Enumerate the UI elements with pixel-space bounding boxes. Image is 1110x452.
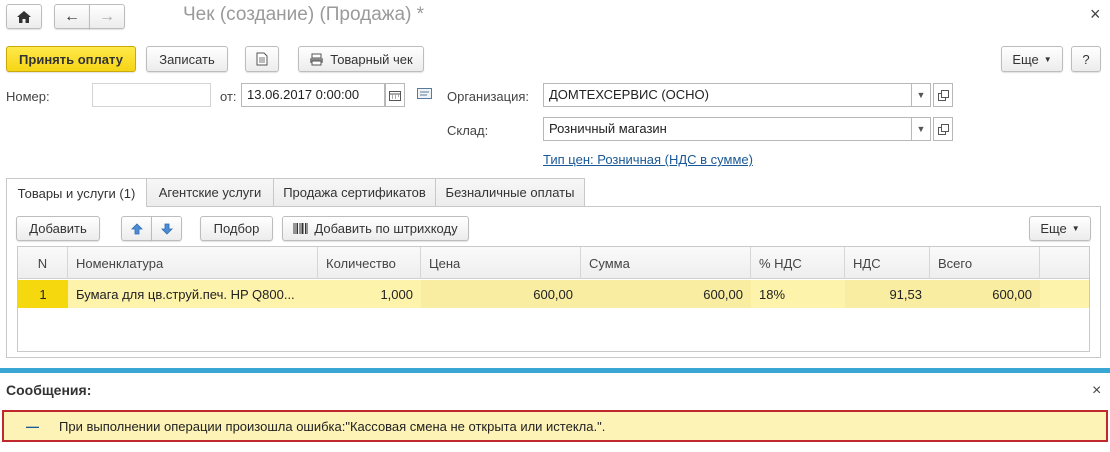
print-form-button[interactable] (245, 46, 279, 72)
number-field[interactable] (92, 83, 211, 107)
table-header: N Номенклатура Количество Цена Сумма % Н… (18, 247, 1089, 279)
save-button[interactable]: Записать (146, 46, 228, 72)
window-title: Чек (создание) (Продажа) * (183, 4, 425, 25)
error-message-text: При выполнении операции произошла ошибка… (59, 418, 606, 434)
organization-field[interactable]: ДОМТЕХСЕРВИС (ОСНО) (543, 83, 912, 107)
goods-table[interactable]: N Номенклатура Количество Цена Сумма % Н… (17, 246, 1090, 352)
help-button[interactable]: ? (1071, 46, 1101, 72)
cell-price: 600,00 (421, 280, 581, 308)
close-window-button[interactable]: × (1090, 4, 1101, 25)
receipt-button-label: Товарный чек (330, 51, 413, 67)
messages-close-button[interactable]: × (1092, 382, 1101, 400)
barcode-icon (293, 223, 308, 234)
calendar-icon (389, 90, 401, 101)
receipt-button[interactable]: Товарный чек (298, 46, 424, 72)
table-row[interactable]: 1 Бумага для цв.струй.печ. HP Q800... 1,… (18, 280, 1089, 308)
back-arrow-icon: ← (64, 7, 80, 25)
dropdown-arrow-icon: ▼ (1071, 224, 1080, 233)
open-window-icon (937, 123, 949, 135)
more-button[interactable]: Еще ▼ (1001, 46, 1063, 72)
calendar-button[interactable] (385, 83, 405, 107)
document-icon (256, 52, 268, 66)
cell-vat-rate: 18% (759, 286, 786, 302)
organization-label: Организация: (447, 89, 530, 104)
forward-arrow-icon: → (99, 7, 115, 25)
warehouse-dropdown-button[interactable]: ▼ (911, 117, 931, 141)
chevron-down-icon: ▼ (916, 124, 926, 134)
column-header-item[interactable]: Номенклатура (68, 247, 318, 279)
dropdown-arrow-icon: ▼ (1043, 54, 1052, 64)
cell-sum: 600,00 (581, 280, 751, 308)
number-label: Номер: (6, 89, 50, 104)
column-header-sum[interactable]: Сумма (581, 247, 751, 279)
add-by-barcode-label: Добавить по штрихкоду (314, 221, 458, 236)
select-button[interactable]: Подбор (200, 216, 273, 241)
cell-total: 600,00 (930, 280, 1040, 308)
messages-divider (0, 368, 1110, 373)
tab-agent-services[interactable]: Агентские услуги (146, 178, 274, 206)
cell-vat: 91,53 (845, 280, 930, 308)
tab-cashless-payments[interactable]: Безналичные оплаты (435, 178, 585, 206)
date-field[interactable]: 13.06.2017 0:00:00 (241, 83, 385, 107)
tab-certificate-sales[interactable]: Продажа сертификатов (273, 178, 436, 206)
arrow-down-icon (160, 223, 173, 235)
organization-open-button[interactable] (933, 83, 953, 107)
home-button[interactable] (6, 4, 42, 29)
warehouse-open-button[interactable] (933, 117, 953, 141)
add-row-button[interactable]: Добавить (16, 216, 100, 241)
accept-payment-button[interactable]: Принять оплату (6, 46, 136, 72)
cell-item: Бумага для цв.струй.печ. HP Q800... (76, 286, 295, 302)
column-header-price[interactable]: Цена (421, 247, 581, 279)
column-header-vat-rate[interactable]: % НДС (751, 247, 845, 279)
date-label: от: (220, 89, 237, 104)
back-button[interactable]: ← (54, 4, 90, 29)
move-down-button[interactable] (151, 216, 182, 241)
forward-button[interactable]: → (89, 4, 125, 29)
column-header-quantity[interactable]: Количество (318, 247, 421, 279)
comment-icon[interactable] (417, 88, 432, 104)
open-window-icon (937, 89, 949, 101)
add-by-barcode-button[interactable]: Добавить по штрихкоду (282, 216, 469, 241)
column-header-total[interactable]: Всего (930, 247, 1040, 279)
tab-goods-and-services[interactable]: Товары и услуги (1) (6, 178, 147, 207)
column-header-vat[interactable]: НДС (845, 247, 930, 279)
table-more-label: Еще (1040, 221, 1067, 236)
table-more-button[interactable]: Еще ▼ (1029, 216, 1091, 241)
messages-title: Сообщения: (6, 382, 92, 398)
warehouse-label: Склад: (447, 123, 489, 138)
chevron-down-icon: ▼ (916, 90, 926, 100)
cell-quantity: 1,000 (380, 286, 413, 302)
column-header-n[interactable]: N (18, 247, 68, 279)
home-icon (17, 10, 31, 23)
price-type-link[interactable]: Тип цен: Розничная (НДС в сумме) (543, 152, 753, 167)
printer-icon (310, 53, 324, 65)
organization-dropdown-button[interactable]: ▼ (911, 83, 931, 107)
arrow-up-icon (130, 222, 143, 234)
cell-n: 1 (18, 280, 68, 308)
message-dash-icon: — (26, 418, 39, 434)
warehouse-field[interactable]: Розничный магазин (543, 117, 912, 141)
error-message[interactable]: — При выполнении операции произошла ошиб… (2, 410, 1108, 442)
move-up-button[interactable] (121, 216, 152, 241)
more-button-label: Еще (1012, 51, 1039, 67)
